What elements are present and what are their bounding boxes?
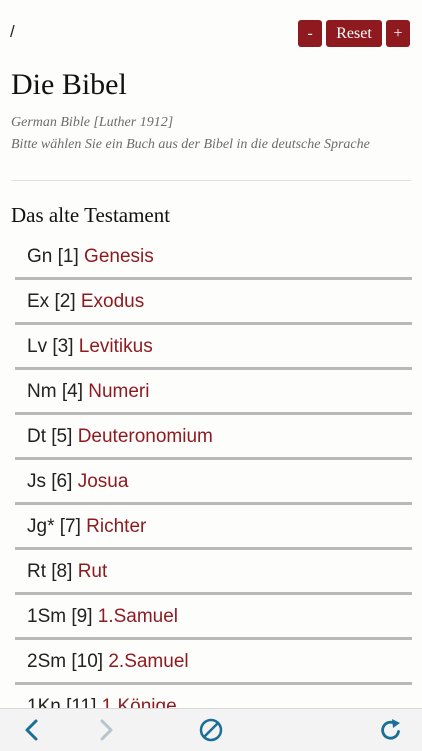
book-list: Gn [1] Genesis Ex [2] Exodus Lv [3] Levi… xyxy=(15,235,412,730)
book-item[interactable]: 2Sm [10] 2.Samuel xyxy=(15,640,412,685)
book-name-link[interactable]: Levitikus xyxy=(79,336,153,357)
book-item[interactable]: Dt [5] Deuteronomium xyxy=(15,415,412,460)
chevron-left-icon xyxy=(25,719,38,741)
book-item[interactable]: Ex [2] Exodus xyxy=(15,280,412,325)
book-number: [2] xyxy=(54,291,76,312)
book-item[interactable]: Lv [3] Levitikus xyxy=(15,325,412,370)
book-number: [6] xyxy=(51,471,73,492)
book-item[interactable]: Rt [8] Rut xyxy=(15,550,412,595)
book-name-link[interactable]: Numeri xyxy=(88,381,149,402)
book-abbr: Lv xyxy=(27,336,48,357)
book-abbr: Ex xyxy=(27,291,50,312)
zoom-out-button[interactable]: - xyxy=(298,20,322,47)
book-item[interactable]: 1Sm [9] 1.Samuel xyxy=(15,595,412,640)
book-name-link[interactable]: Richter xyxy=(86,516,146,537)
book-abbr: Nm xyxy=(27,381,57,402)
bottom-toolbar xyxy=(0,708,422,751)
book-number: [9] xyxy=(71,606,93,627)
book-number: [5] xyxy=(51,426,73,447)
book-name-link[interactable]: Exodus xyxy=(81,291,144,312)
page-title: Die Bibel xyxy=(11,68,127,101)
zoom-controls: - Reset + xyxy=(298,20,410,47)
book-item[interactable]: Gn [1] Genesis xyxy=(15,235,412,280)
divider xyxy=(11,180,411,181)
book-abbr: Gn xyxy=(27,246,53,267)
reload-icon xyxy=(381,719,400,740)
book-number: [8] xyxy=(51,561,73,582)
book-abbr: Dt xyxy=(27,426,46,447)
book-abbr: 1Sm xyxy=(27,606,67,627)
top-bar: / - Reset + xyxy=(0,20,422,50)
book-name-link[interactable]: Deuteronomium xyxy=(78,426,213,447)
book-abbr: Jg* xyxy=(27,516,55,537)
book-abbr: 2Sm xyxy=(27,651,67,672)
book-number: [10] xyxy=(71,651,104,672)
reload-button[interactable] xyxy=(377,716,405,744)
breadcrumb[interactable]: / xyxy=(10,22,15,42)
stop-button[interactable] xyxy=(197,716,225,744)
book-number: [3] xyxy=(52,336,74,357)
book-item[interactable]: Jg* [7] Richter xyxy=(15,505,412,550)
book-number: [4] xyxy=(61,381,83,402)
book-item[interactable]: Js [6] Josua xyxy=(15,460,412,505)
back-button[interactable] xyxy=(18,716,46,744)
stop-icon xyxy=(199,718,223,742)
book-number: [7] xyxy=(59,516,81,537)
section-title: Das alte Testament xyxy=(11,203,171,227)
chevron-right-icon xyxy=(100,719,113,741)
zoom-in-button[interactable]: + xyxy=(386,20,410,47)
book-name-link[interactable]: Rut xyxy=(78,561,108,582)
subtitle-instruction: Bitte wählen Sie ein Buch aus der Bibel … xyxy=(11,137,370,152)
book-name-link[interactable]: Genesis xyxy=(84,246,154,267)
forward-button[interactable] xyxy=(92,716,120,744)
book-name-link[interactable]: 1.Samuel xyxy=(98,606,178,627)
book-name-link[interactable]: Josua xyxy=(78,471,129,492)
book-number: [1] xyxy=(57,246,79,267)
zoom-reset-button[interactable]: Reset xyxy=(326,20,382,47)
book-item[interactable]: Nm [4] Numeri xyxy=(15,370,412,415)
subtitle-version: German Bible [Luther 1912] xyxy=(11,115,174,130)
book-abbr: Rt xyxy=(27,561,46,582)
book-abbr: Js xyxy=(27,471,46,492)
book-name-link[interactable]: 2.Samuel xyxy=(108,651,188,672)
